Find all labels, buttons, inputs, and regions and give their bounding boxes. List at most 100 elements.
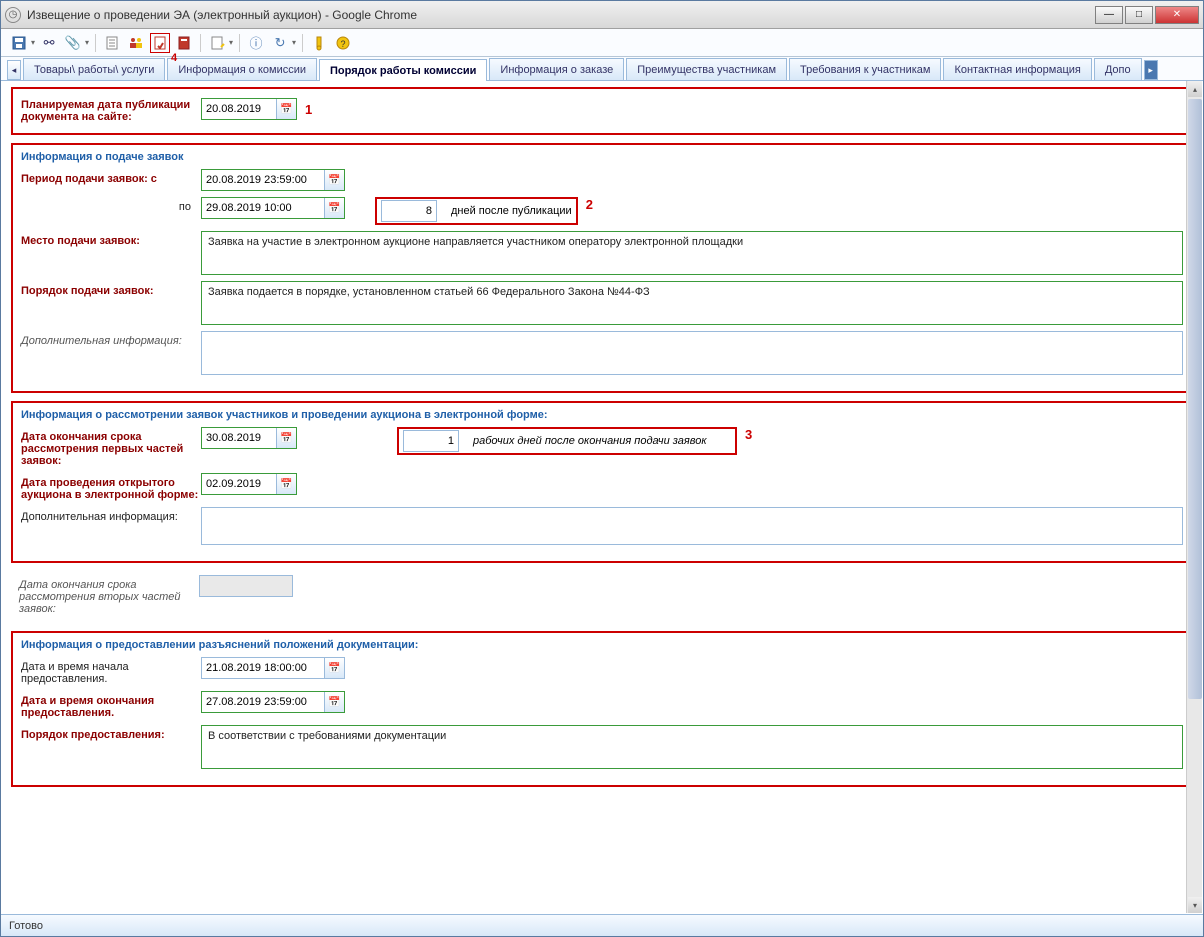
scroll-up-icon[interactable]: ▴ (1188, 81, 1202, 97)
doc1-icon[interactable] (102, 33, 122, 53)
pubdate-input[interactable] (202, 99, 276, 119)
place-textarea[interactable]: Заявка на участие в электронном аукционе… (201, 231, 1183, 275)
doc-red-icon[interactable] (174, 33, 194, 53)
order-label: Порядок подачи заявок: (21, 281, 201, 297)
tab-bar: ◂ Товары\ работы\ услуги Информация о ко… (1, 57, 1203, 81)
tab-requirements[interactable]: Требования к участникам (789, 58, 941, 80)
maximize-button[interactable]: □ (1125, 6, 1153, 24)
days-input[interactable] (382, 201, 436, 221)
tab-commission-info[interactable]: Информация о комиссии (167, 58, 317, 80)
end-input[interactable] (202, 692, 324, 712)
calendar-icon[interactable]: 📅 (276, 474, 296, 494)
workdays-input[interactable] (404, 431, 458, 451)
toolbar: ▾ ⚯ 📎 ▾ 4 ▾ ⓘ ↻ ▾ ? (1, 29, 1203, 57)
start-label: Дата и время начала предоставления. (21, 657, 201, 685)
days-label: дней после публикации (451, 205, 572, 217)
link-icon[interactable]: ⚯ (39, 33, 59, 53)
addinfo2-label: Дополнительная информация: (21, 507, 201, 523)
block-submission-info: Информация о подаче заявок Период подачи… (11, 143, 1193, 393)
second-parts-label: Дата окончания срока рассмотрения вторых… (19, 575, 199, 615)
place-label: Место подачи заявок: (21, 231, 201, 247)
section1-title: Информация о подаче заявок (21, 151, 1183, 163)
enddate-label: Дата окончания срока рассмотрения первых… (21, 427, 201, 467)
calendar-icon[interactable]: 📅 (276, 99, 296, 119)
pubdate-field[interactable]: 📅 (201, 98, 297, 120)
close-button[interactable]: ✕ (1155, 6, 1199, 24)
second-parts-field (199, 575, 293, 597)
scroll-down-icon[interactable]: ▾ (1188, 897, 1202, 913)
refresh-icon[interactable]: ↻ (270, 33, 290, 53)
block-clarifications: Информация о предоставлении разъяснений … (11, 631, 1193, 787)
attach-icon[interactable]: 📎 (63, 33, 83, 53)
calendar-icon[interactable]: 📅 (324, 692, 344, 712)
users-icon[interactable] (126, 33, 146, 53)
addinfo-label: Дополнительная информация: (21, 331, 201, 347)
period-to-label: по (21, 197, 201, 213)
tab-order-info[interactable]: Информация о заказе (489, 58, 624, 80)
order3-label: Порядок предоставления: (21, 725, 201, 741)
section2-title: Информация о рассмотрении заявок участни… (21, 409, 1183, 421)
doc-green-icon[interactable] (207, 33, 227, 53)
minimize-button[interactable]: — (1095, 6, 1123, 24)
auction-field[interactable]: 📅 (201, 473, 297, 495)
status-text: Готово (9, 920, 43, 932)
dropdown-icon[interactable]: ▾ (229, 38, 233, 47)
annotation-2: 2 (586, 197, 593, 212)
workdays-label: рабочих дней после окончания подачи заяв… (473, 435, 707, 447)
start-input[interactable] (202, 658, 324, 678)
doc-action-icon[interactable]: 4 (150, 33, 170, 53)
end-field[interactable]: 📅 (201, 691, 345, 713)
content-area: Планируемая дата публикации документа на… (1, 81, 1203, 914)
end-label: Дата и время окончания предоставления. (21, 691, 201, 719)
annotation-4: 4 (171, 52, 177, 64)
annotation-1: 1 (305, 102, 312, 117)
statusbar: Готово (1, 914, 1203, 936)
workdays-highlight: рабочих дней после окончания подачи заяв… (397, 427, 737, 455)
titlebar: ◷ Извещение о проведении ЭА (электронный… (1, 1, 1203, 29)
second-parts-input (200, 576, 290, 596)
addinfo2-textarea[interactable] (201, 507, 1183, 545)
addinfo-textarea[interactable] (201, 331, 1183, 375)
scrollbar-thumb[interactable] (1188, 99, 1202, 699)
pubdate-label: Планируемая дата публикации документа на… (21, 95, 201, 123)
period-from-field[interactable]: 📅 (201, 169, 345, 191)
period-to-field[interactable]: 📅 (201, 197, 345, 219)
save-icon[interactable] (9, 33, 29, 53)
calendar-icon[interactable]: 📅 (324, 658, 344, 678)
key-icon[interactable] (309, 33, 329, 53)
period-to-input[interactable] (202, 198, 324, 218)
tab-scroll-right[interactable]: ▸ (1144, 60, 1158, 80)
calendar-icon[interactable]: 📅 (324, 198, 344, 218)
calendar-icon[interactable]: 📅 (276, 428, 296, 448)
tab-advantages[interactable]: Преимущества участникам (626, 58, 787, 80)
svg-text:?: ? (341, 39, 346, 49)
info-icon[interactable]: ⓘ (246, 33, 266, 53)
help-icon[interactable]: ? (333, 33, 353, 53)
period-from-input[interactable] (202, 170, 324, 190)
auction-input[interactable] (202, 474, 276, 494)
order-textarea[interactable]: Заявка подается в порядке, установленном… (201, 281, 1183, 325)
window-title: Извещение о проведении ЭА (электронный а… (27, 8, 1095, 22)
dropdown-icon[interactable]: ▾ (292, 38, 296, 47)
block-review-auction: Информация о рассмотрении заявок участни… (11, 401, 1193, 563)
tab-more[interactable]: Допо (1094, 58, 1142, 80)
dropdown-icon[interactable]: ▾ (85, 38, 89, 47)
tab-scroll-left[interactable]: ◂ (7, 60, 21, 80)
enddate-field[interactable]: 📅 (201, 427, 297, 449)
tab-commission-order[interactable]: Порядок работы комиссии (319, 59, 487, 81)
dropdown-icon[interactable]: ▾ (31, 38, 35, 47)
calendar-icon[interactable]: 📅 (324, 170, 344, 190)
start-field[interactable]: 📅 (201, 657, 345, 679)
auction-label: Дата проведения открытого аукциона в эле… (21, 473, 201, 501)
tab-contact[interactable]: Контактная информация (943, 58, 1091, 80)
tab-goods[interactable]: Товары\ работы\ услуги (23, 58, 165, 80)
workdays-field[interactable] (403, 430, 459, 452)
period-from-label: Период подачи заявок: с (21, 169, 201, 185)
app-icon: ◷ (5, 7, 21, 23)
days-highlight: дней после публикации (375, 197, 578, 225)
days-field[interactable] (381, 200, 437, 222)
scrollbar-vertical[interactable]: ▴ ▾ (1186, 81, 1202, 913)
order3-textarea[interactable]: В соответствии с требованиями документац… (201, 725, 1183, 769)
enddate-input[interactable] (202, 428, 276, 448)
annotation-3: 3 (745, 427, 752, 442)
